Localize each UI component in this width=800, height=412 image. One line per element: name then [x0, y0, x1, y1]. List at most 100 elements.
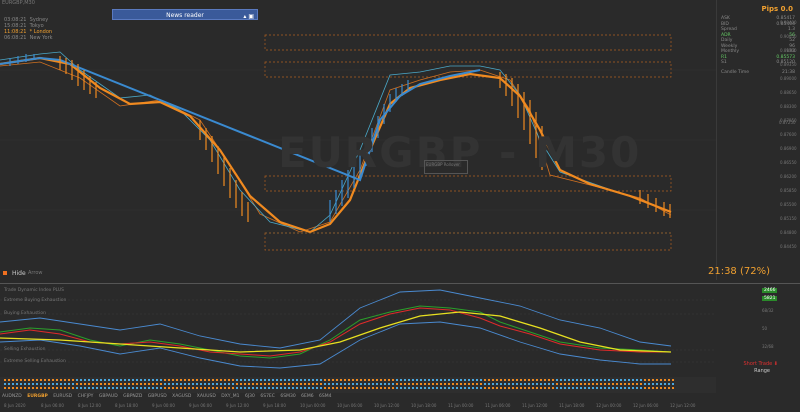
signal-dot [304, 379, 306, 381]
signal-dot [252, 379, 254, 381]
signal-dot [664, 383, 666, 385]
signal-dot [532, 383, 534, 385]
signal-dot [44, 387, 46, 389]
time-label: 8 Jun 2020 [4, 403, 26, 408]
signal-dot [220, 387, 222, 389]
signal-dot [632, 383, 634, 385]
signal-dot [284, 383, 286, 385]
signal-dot [656, 379, 658, 381]
signal-dot [360, 387, 362, 389]
signal-dot [436, 387, 438, 389]
price-scale[interactable]: 0.90400 0.90050 0.89700 0.89350 0.89000 … [780, 20, 800, 258]
signal-dot [596, 383, 598, 385]
signal-dot [428, 387, 430, 389]
signal-dot [288, 383, 290, 385]
tab-symbol[interactable]: CHFJPY [78, 394, 94, 399]
signal-dot [392, 383, 394, 385]
signal-dot [340, 379, 342, 381]
arrow-toggle[interactable]: Arrow [28, 270, 42, 276]
signal-dot [376, 387, 378, 389]
oscillator-chart[interactable] [0, 284, 716, 376]
signal-dot [428, 379, 430, 381]
signal-dot [368, 379, 370, 381]
tab-symbol[interactable]: 6EM6 [301, 394, 313, 399]
osc-label: 32/68 [762, 344, 774, 349]
signal-dot [448, 379, 450, 381]
signal-dot [616, 383, 618, 385]
signal-dot [408, 383, 410, 385]
short-trade-signal: Short Trade ⬇ [743, 361, 779, 367]
signal-dot [564, 383, 566, 385]
signal-dot [636, 387, 638, 389]
signal-dot [164, 379, 166, 381]
signal-dot [8, 383, 10, 385]
signal-dot [240, 379, 242, 381]
signal-dot [508, 379, 510, 381]
signal-dot [356, 379, 358, 381]
tab-symbol[interactable]: GBPUSD [148, 394, 167, 399]
time-label: 10 Jun 18:00 [411, 403, 437, 408]
signal-dot [24, 387, 26, 389]
tab-symbol[interactable]: 6S7EC [260, 394, 275, 399]
price-label: 0.85500 [780, 202, 797, 207]
signal-dot [556, 387, 558, 389]
tab-symbol[interactable]: 6SM30 [280, 394, 295, 399]
tab-symbol[interactable]: GBPNZD [123, 394, 142, 399]
signal-dot [212, 383, 214, 385]
signal-dot [48, 387, 50, 389]
signal-dot [248, 387, 250, 389]
expand-icon[interactable]: ▴ ▣ [243, 11, 254, 22]
signal-dot [524, 387, 526, 389]
signal-dot [92, 383, 94, 385]
signal-dot [568, 383, 570, 385]
tab-symbol-active[interactable]: EURGBP [27, 394, 48, 399]
signal-dot [640, 387, 642, 389]
signal-dot [380, 379, 382, 381]
signal-dot [276, 387, 278, 389]
signal-dot [608, 387, 610, 389]
tab-symbol[interactable]: 6SM4 [319, 394, 331, 399]
signal-dot [184, 383, 186, 385]
signal-dot [528, 383, 530, 385]
tab-symbol[interactable]: XAUUSD [197, 394, 216, 399]
signal-dot [628, 383, 630, 385]
signal-dot [32, 383, 34, 385]
session-new-york: 06:08:21 New York [4, 35, 53, 41]
tab-symbol[interactable]: GBPAUD [99, 394, 118, 399]
news-reader-label: News reader [166, 12, 204, 19]
signal-dot [416, 379, 418, 381]
news-reader-bar[interactable]: News reader ▴ ▣ [112, 9, 258, 20]
signal-dot [16, 383, 18, 385]
signal-dot [64, 379, 66, 381]
tab-symbol[interactable]: AUDNZD [2, 394, 22, 399]
time-label: 9 Jun 18:00 [263, 403, 286, 408]
time-label: 11 Jun 00:00 [448, 403, 474, 408]
signal-dot [512, 387, 514, 389]
signal-dot [184, 379, 186, 381]
hide-button[interactable]: Hide [12, 270, 26, 277]
signal-dot [92, 379, 94, 381]
osc-label: 68/32 [762, 308, 774, 313]
signal-dot [484, 379, 486, 381]
signal-dot [236, 383, 238, 385]
tab-symbol[interactable]: EURUSD [53, 394, 72, 399]
signal-dot [392, 387, 394, 389]
signal-dot [144, 383, 146, 385]
signal-dot [424, 387, 426, 389]
signal-dot [36, 379, 38, 381]
signal-dot [540, 379, 542, 381]
tab-symbol[interactable]: DXY_M1 [221, 394, 239, 399]
signal-dot [472, 379, 474, 381]
signal-dot [352, 383, 354, 385]
signal-dot [612, 387, 614, 389]
signal-dot [176, 387, 178, 389]
signal-dot [272, 379, 274, 381]
tab-symbol[interactable]: 6J30 [245, 394, 255, 399]
signal-dot [412, 383, 414, 385]
signal-dot [340, 387, 342, 389]
signal-dot [148, 387, 150, 389]
signal-dot [656, 383, 658, 385]
tab-symbol[interactable]: XAGUSD [172, 394, 191, 399]
signal-dot [608, 383, 610, 385]
signal-dot [364, 379, 366, 381]
